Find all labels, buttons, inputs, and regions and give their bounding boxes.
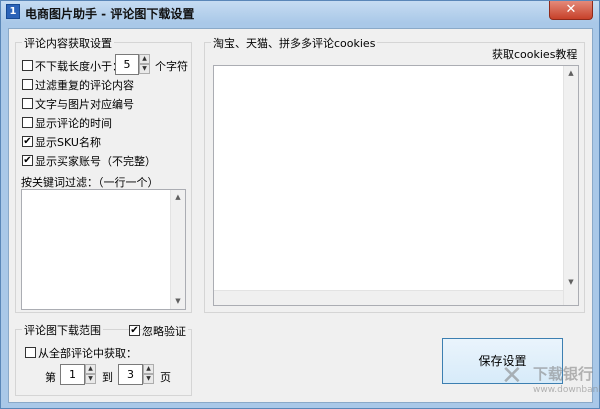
title-bar[interactable]: 1 电商图片助手 - 评论图下载设置 ✕ <box>1 1 599 23</box>
keyword-filter-label: 按关键词过滤：（一行一个） <box>21 176 159 189</box>
show-time-label: 显示评论的时间 <box>35 117 112 130</box>
stepper-down-icon[interactable]: ▼ <box>139 64 150 74</box>
page-from-stepper[interactable]: ▲ ▼ <box>85 364 96 385</box>
page-to-stepper[interactable]: ▲ ▼ <box>143 364 154 385</box>
keyword-filter-textarea[interactable]: ▲ ▼ <box>21 189 186 310</box>
min-length-input[interactable]: 5 <box>115 54 139 75</box>
from-all-label: 从全部评论中获取： <box>38 347 137 360</box>
page-prefix: 第 <box>45 371 56 384</box>
watermark-url: www.downbank.cn <box>533 385 600 395</box>
stepper-down-icon[interactable]: ▼ <box>143 374 154 384</box>
page-to-input[interactable]: 3 <box>118 364 143 385</box>
scroll-down-icon[interactable]: ▼ <box>564 275 578 290</box>
stepper-up-icon[interactable]: ▲ <box>85 364 96 374</box>
scroll-up-icon[interactable]: ▲ <box>564 66 578 81</box>
filter-duplicate-label: 过滤重复的评论内容 <box>35 79 134 92</box>
from-all-checkbox[interactable] <box>25 347 36 358</box>
page-from-input[interactable]: 1 <box>60 364 85 385</box>
page-suffix: 页 <box>160 371 171 384</box>
cookies-textarea[interactable]: ▲ ▼ <box>213 65 579 306</box>
download-range-group: 评论图下载范围 <box>15 322 192 396</box>
keyword-scrollbar[interactable]: ▲ ▼ <box>170 190 185 309</box>
show-buyer-checkbox[interactable]: ✔ <box>22 155 33 166</box>
client-area: 评论内容获取设置 不下载长度小于： 5 ▲ ▼ 个字符 过滤重复的评论内容 文字… <box>8 28 593 403</box>
stepper-up-icon[interactable]: ▲ <box>143 364 154 374</box>
cookies-vertical-scrollbar[interactable]: ▲ ▼ <box>563 66 578 305</box>
show-time-checkbox[interactable] <box>22 117 33 128</box>
content-settings-title: 评论内容获取设置 <box>22 35 114 51</box>
watermark-text: 下载银行 <box>533 365 594 383</box>
stepper-up-icon[interactable]: ▲ <box>139 54 150 64</box>
text-image-number-label: 文字与图片对应编号 <box>35 98 134 111</box>
min-length-label: 不下载长度小于： <box>35 60 123 73</box>
scroll-up-icon[interactable]: ▲ <box>171 190 185 205</box>
show-sku-checkbox[interactable]: ✔ <box>22 136 33 147</box>
stepper-down-icon[interactable]: ▼ <box>85 374 96 384</box>
window-title: 电商图片助手 - 评论图下载设置 <box>25 7 195 21</box>
watermark-logo-icon: ✕ <box>501 361 523 391</box>
text-image-number-checkbox[interactable] <box>22 98 33 109</box>
scroll-down-icon[interactable]: ▼ <box>171 294 185 309</box>
cookies-title: 淘宝、天猫、拼多多评论cookies <box>211 35 378 51</box>
ignore-verify-checkbox[interactable]: ✔ <box>129 325 140 336</box>
settings-window: 1 电商图片助手 - 评论图下载设置 ✕ 评论内容获取设置 不下载长度小于： 5… <box>0 0 600 409</box>
min-length-unit: 个字符 <box>155 60 188 73</box>
show-sku-label: 显示SKU名称 <box>35 136 101 149</box>
show-buyer-label: 显示买家账号（不完整） <box>35 155 156 168</box>
min-length-stepper[interactable]: ▲ ▼ <box>139 54 150 75</box>
app-icon: 1 <box>6 4 20 19</box>
cookies-tutorial-link[interactable]: 获取cookies教程 <box>492 46 577 62</box>
page-to-label: 到 <box>102 371 113 384</box>
close-button[interactable]: ✕ <box>549 1 593 20</box>
min-length-checkbox[interactable] <box>22 60 33 71</box>
download-range-title: 评论图下载范围 <box>22 322 103 338</box>
ignore-verify-label: 忽略验证 <box>142 323 188 339</box>
cookies-horizontal-scrollbar[interactable] <box>214 290 563 305</box>
filter-duplicate-checkbox[interactable] <box>22 79 33 90</box>
